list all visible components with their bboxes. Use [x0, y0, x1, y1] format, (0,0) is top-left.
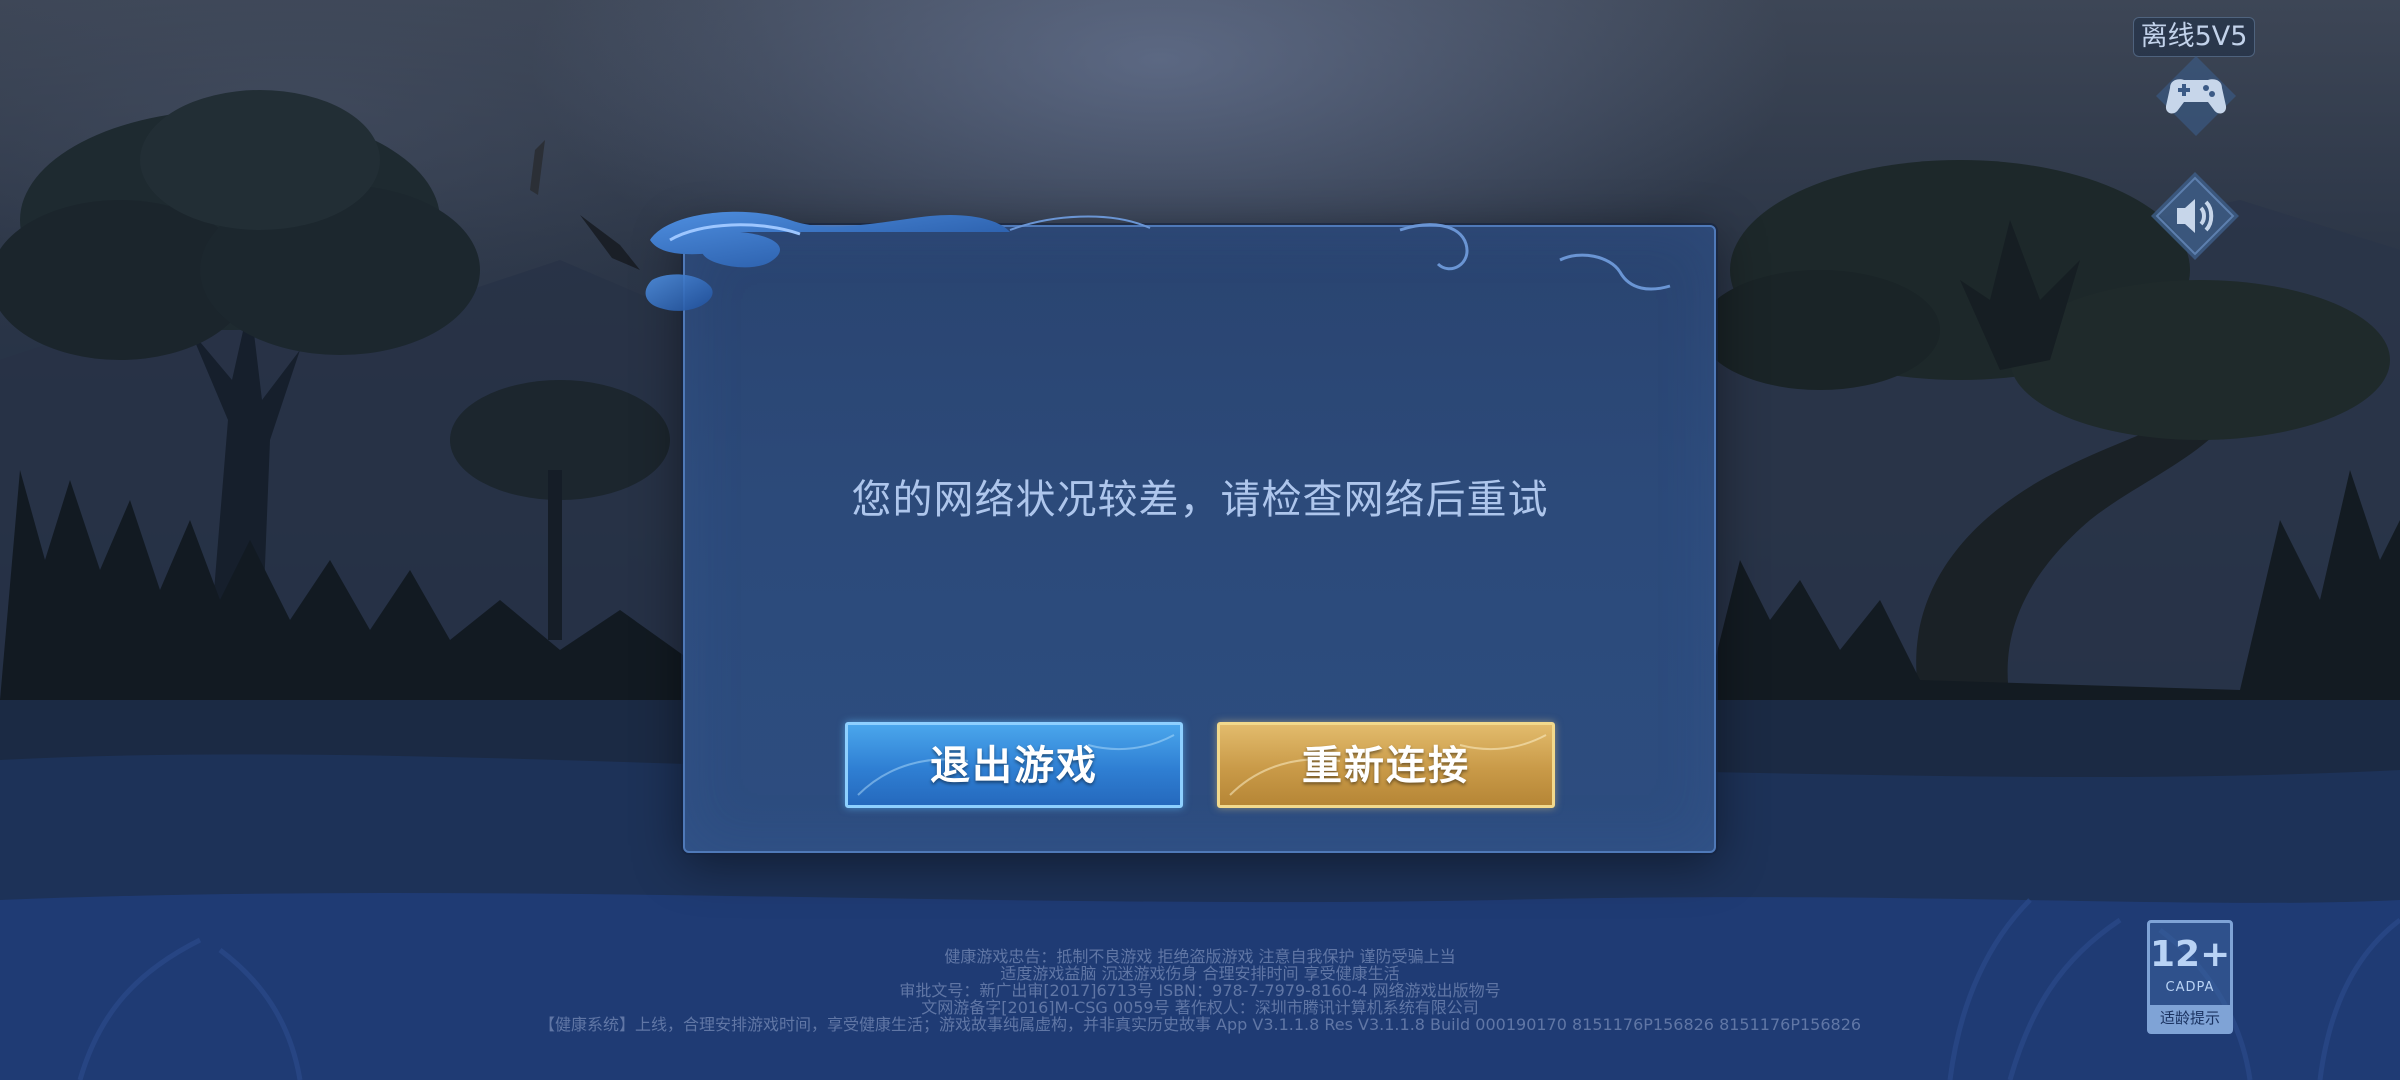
game-screen: 离线5V5 您的网络状况较差，请检查网络后重试 退出游戏 重新连接 健康游戏忠告…	[0, 0, 2400, 1080]
legal-footer: 健康游戏忠告：抵制不良游戏 拒绝盗版游戏 注意自我保护 谨防受骗上当 适度游戏益…	[0, 948, 2400, 1033]
footer-line: 审批文号：新广出审[2017]6713号 ISBN：978-7-7979-816…	[899, 981, 1501, 1000]
footer-line: 健康游戏忠告：抵制不良游戏 拒绝盗版游戏 注意自我保护 谨防受骗上当	[944, 947, 1456, 966]
exit-game-label: 退出游戏	[930, 743, 1098, 789]
network-error-dialog	[683, 225, 1716, 853]
age-rating-tip: 适龄提示	[2150, 1005, 2230, 1031]
age-rating-number: 12+	[2150, 934, 2231, 975]
footer-line: 适度游戏益脑 沉迷游戏伤身 合理安排时间 享受健康生活	[1000, 964, 1400, 983]
footer-line: 【健康系统】上线，合理安排游戏时间，享受健康生活；游戏故事纯属虚构，并非真实历史…	[538, 1015, 1862, 1034]
dialog-message: 您的网络状况较差，请检查网络后重试	[851, 477, 1549, 523]
age-rating-org: CADPA	[2165, 980, 2215, 995]
reconnect-label: 重新连接	[1302, 743, 1470, 789]
speaker-icon[interactable]	[2147, 168, 2243, 264]
footer-line: 文网游备字[2016]M-CSG 0059号 著作权人：深圳市腾讯计算机系统有限…	[921, 998, 1479, 1017]
age-rating-badge[interactable]: 12+ CADPA 适龄提示	[2147, 920, 2233, 1034]
gamepad-icon[interactable]	[2148, 50, 2244, 140]
reconnect-button[interactable]: 重新连接	[1217, 722, 1555, 808]
exit-game-button[interactable]: 退出游戏	[845, 722, 1183, 808]
